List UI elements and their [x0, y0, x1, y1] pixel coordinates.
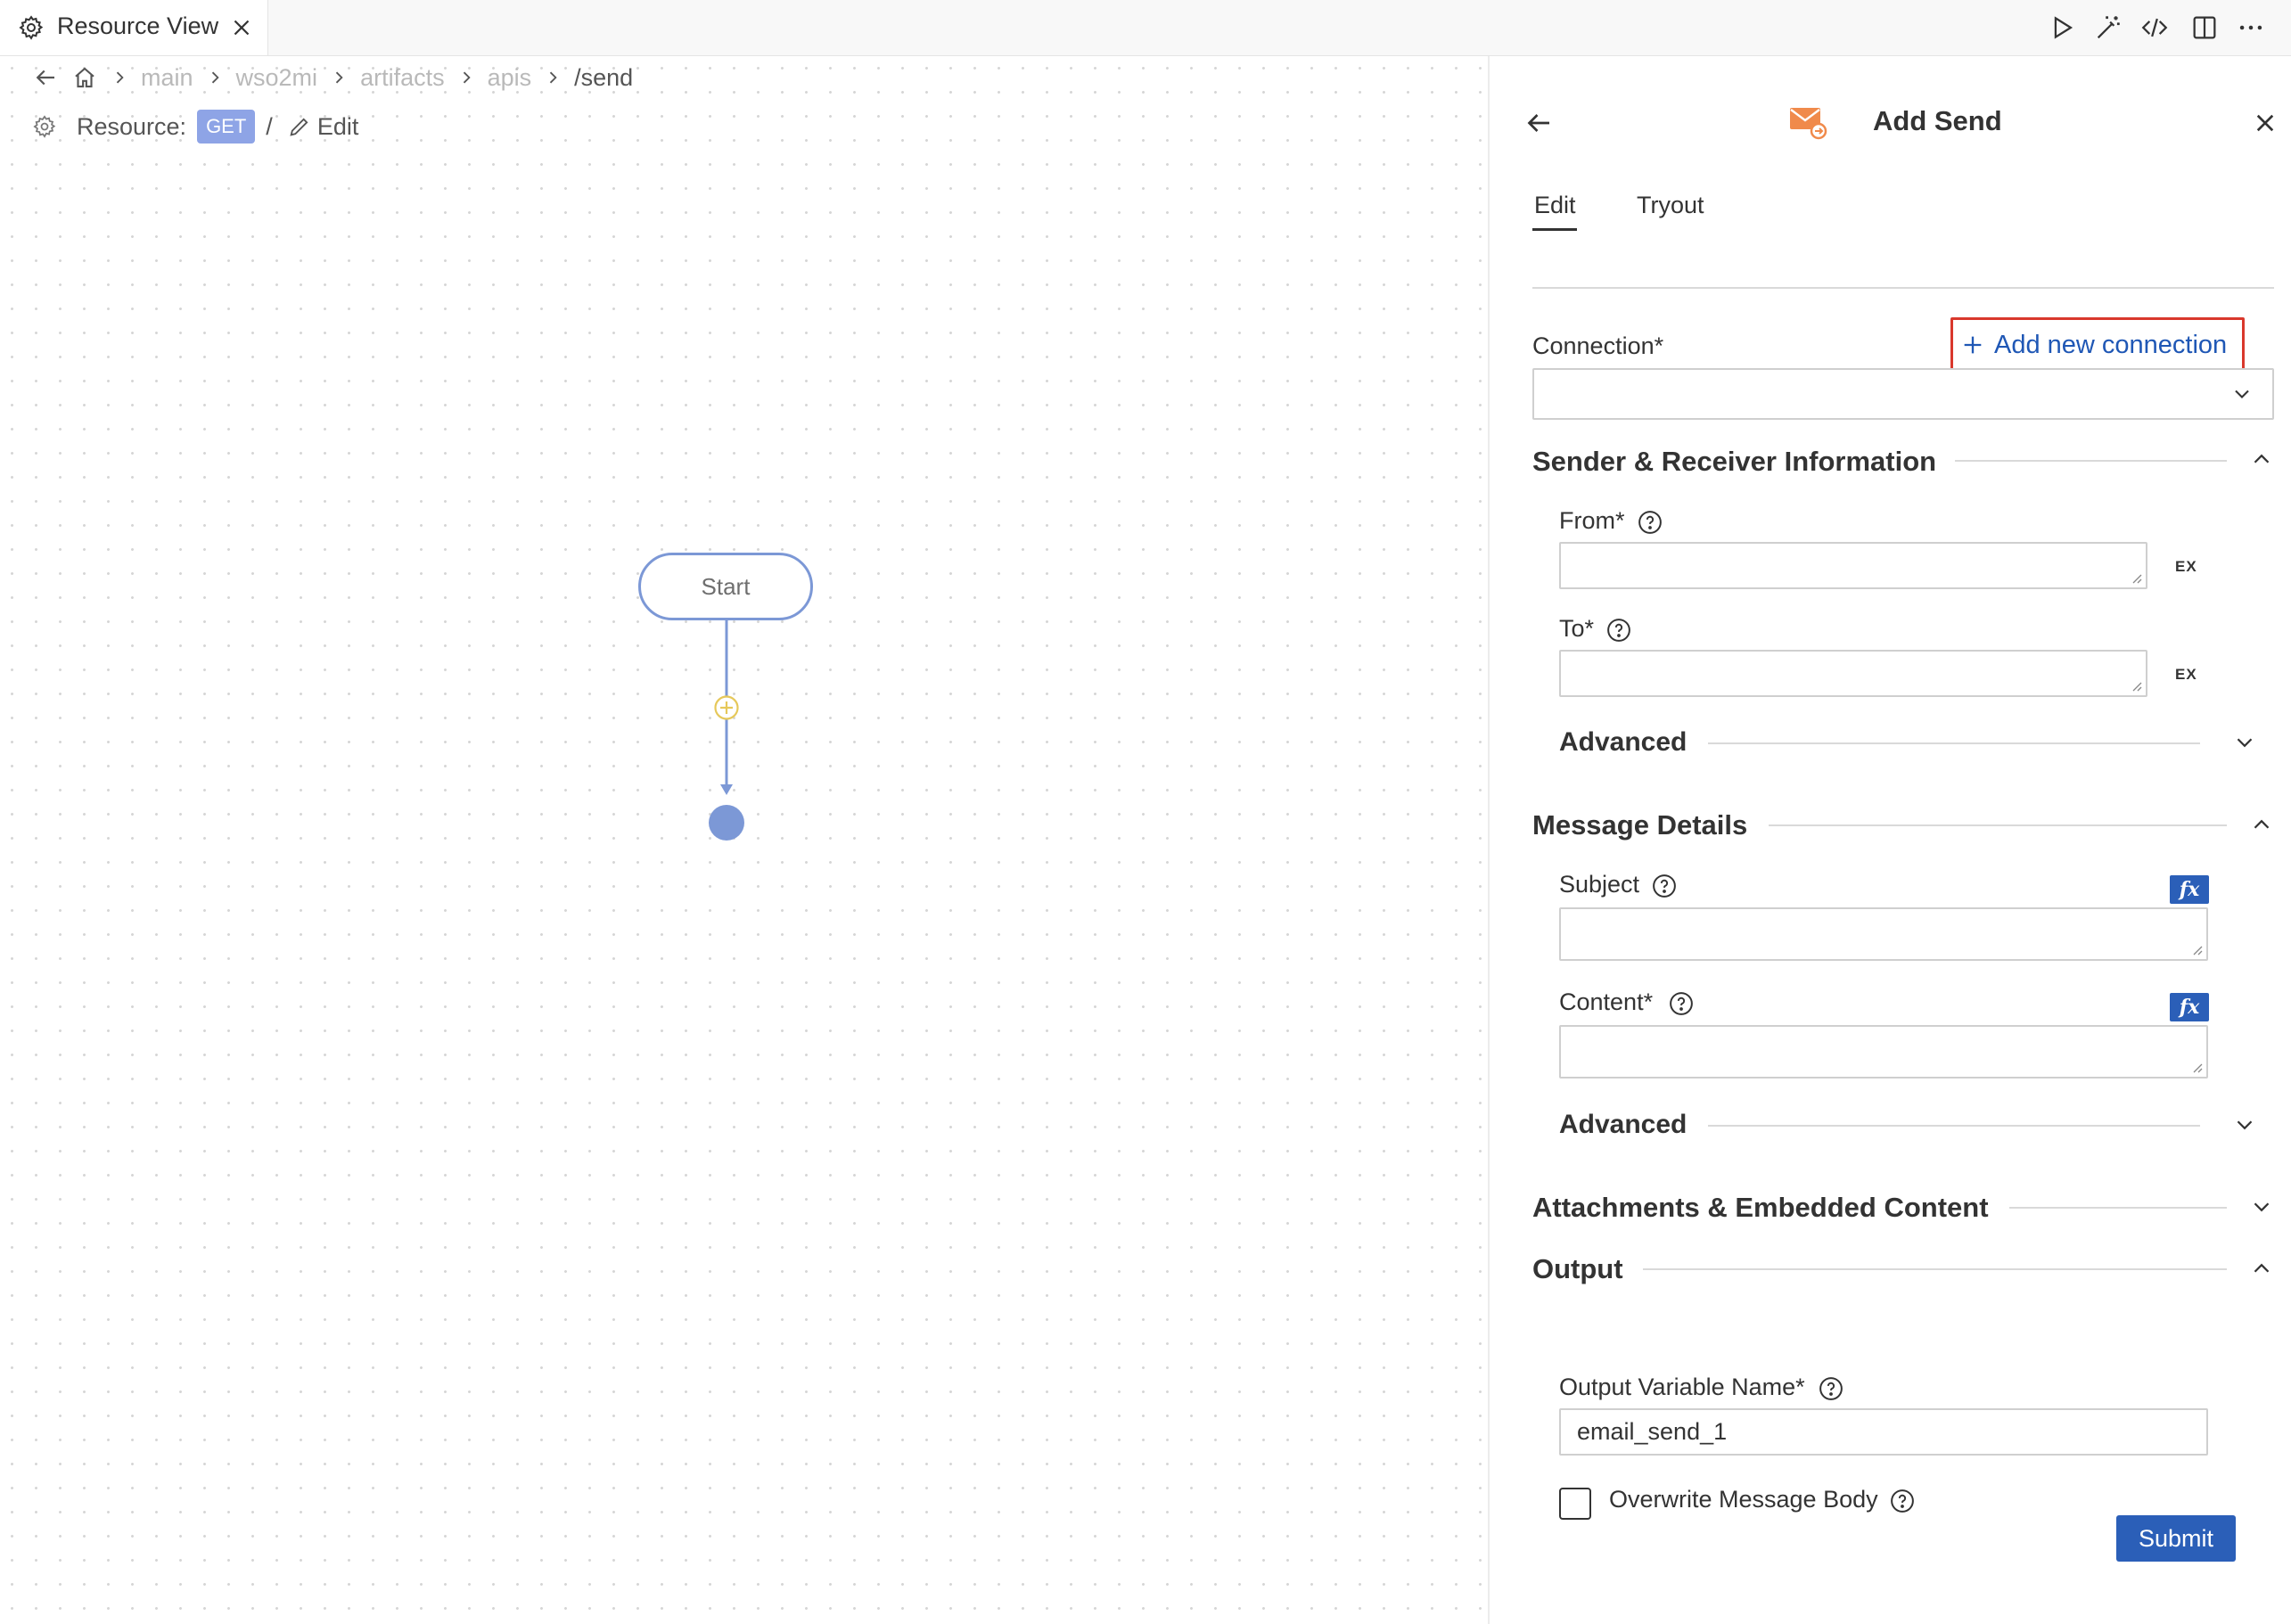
- help-icon[interactable]: [1668, 990, 1693, 1015]
- plus-icon: [1960, 332, 1985, 357]
- add-new-connection-button[interactable]: Add new connection: [1950, 317, 2245, 373]
- path-separator: /: [266, 112, 273, 140]
- section-divider: [1708, 742, 2200, 744]
- breadcrumb: main wso2mi artifacts apis /send: [32, 62, 633, 93]
- edit-label: Edit: [316, 112, 359, 140]
- to-input[interactable]: [1559, 650, 2147, 697]
- start-node-label: Start: [701, 572, 751, 600]
- section-divider: [1708, 1125, 2200, 1127]
- close-icon[interactable]: [2249, 107, 2281, 139]
- subject-label: Subject: [1559, 871, 1640, 898]
- section-divider: [1643, 1268, 2227, 1270]
- chevron-up-icon[interactable]: [2248, 1255, 2275, 1282]
- connection-label: Connection*: [1532, 332, 1664, 359]
- to-label: To*: [1559, 615, 1595, 642]
- tab-edit[interactable]: Edit: [1534, 192, 1576, 219]
- magic-wand-icon[interactable]: [2093, 12, 2123, 43]
- chevron-down-icon[interactable]: [2248, 1193, 2275, 1220]
- content-label: Content*: [1559, 988, 1654, 1015]
- chevron-right-icon: [206, 69, 224, 86]
- breadcrumb-item-wso2mi[interactable]: wso2mi: [236, 64, 318, 92]
- edit-resource-button[interactable]: Edit: [287, 112, 359, 141]
- output-variable-label: Output Variable Name*: [1559, 1374, 1805, 1400]
- breadcrumb-item-main[interactable]: main: [141, 64, 193, 92]
- help-icon[interactable]: [1605, 617, 1630, 642]
- chevron-right-icon: [457, 69, 475, 86]
- subject-fx-button[interactable]: fx: [2170, 875, 2209, 904]
- run-icon[interactable]: [2047, 12, 2077, 43]
- add-new-connection-label: Add new connection: [1994, 330, 2228, 359]
- submit-label: Submit: [2138, 1524, 2214, 1552]
- chevron-up-icon[interactable]: [2248, 446, 2275, 472]
- output-variable-input[interactable]: email_send_1: [1559, 1408, 2208, 1456]
- from-expression-toggle[interactable]: EX: [2175, 558, 2197, 576]
- tab-tryout[interactable]: Tryout: [1637, 192, 1704, 219]
- code-icon[interactable]: [2139, 12, 2170, 43]
- overwrite-body-checkbox[interactable]: [1559, 1488, 1591, 1520]
- output-section-title: Output: [1532, 1253, 1623, 1284]
- help-icon[interactable]: [1651, 873, 1676, 898]
- home-icon[interactable]: [71, 64, 98, 91]
- start-node[interactable]: Start: [638, 553, 813, 620]
- sender-receiver-section-title: Sender & Receiver Information: [1532, 446, 1937, 477]
- sender-advanced-title[interactable]: Advanced: [1559, 727, 1687, 758]
- method-badge: GET: [197, 110, 256, 144]
- resource-header: Resource: GET / Edit: [32, 107, 358, 146]
- add-node-plus-icon[interactable]: [713, 694, 740, 721]
- help-icon[interactable]: [1818, 1375, 1843, 1400]
- from-label: From*: [1559, 507, 1625, 534]
- section-divider: [1769, 824, 2227, 826]
- content-input[interactable]: [1559, 1025, 2208, 1079]
- chevron-down-icon[interactable]: [2231, 1111, 2258, 1138]
- end-node: [708, 804, 745, 841]
- breadcrumb-item-apis[interactable]: apis: [488, 64, 532, 92]
- help-icon[interactable]: [1637, 509, 1662, 534]
- chevron-down-icon[interactable]: [2231, 729, 2258, 756]
- settings-gear-icon: [18, 14, 45, 41]
- chevron-down-icon: [2229, 381, 2254, 406]
- tab-edit-underline: [1532, 228, 1577, 231]
- close-icon[interactable]: [228, 14, 255, 41]
- editor-tab-bar: Resource View: [0, 0, 2291, 56]
- subject-input[interactable]: [1559, 907, 2208, 961]
- chevron-up-icon[interactable]: [2248, 811, 2275, 838]
- chevron-right-icon: [544, 69, 562, 86]
- more-actions-icon[interactable]: [2236, 12, 2266, 43]
- panel-title: Add Send: [1873, 105, 2002, 136]
- chevron-right-icon: [111, 69, 128, 86]
- message-advanced-title[interactable]: Advanced: [1559, 1110, 1687, 1140]
- resource-gear-icon: [32, 114, 57, 139]
- add-send-panel: Add Send Edit Tryout Connection* Add new…: [1488, 56, 2291, 1624]
- split-editor-icon[interactable]: [2189, 12, 2220, 43]
- tab-title: Resource View: [57, 12, 219, 39]
- help-icon[interactable]: [1889, 1488, 1914, 1513]
- pencil-icon: [287, 114, 312, 139]
- tabs-divider: [1532, 287, 2274, 289]
- to-expression-toggle[interactable]: EX: [2175, 666, 2197, 684]
- from-input[interactable]: [1559, 542, 2147, 589]
- breadcrumb-item-artifacts[interactable]: artifacts: [360, 64, 445, 92]
- breadcrumb-current: /send: [574, 63, 634, 91]
- back-arrow-icon[interactable]: [1523, 107, 1555, 139]
- message-details-section-title: Message Details: [1532, 809, 1748, 841]
- chevron-right-icon: [330, 69, 348, 86]
- attachments-section-title[interactable]: Attachments & Embedded Content: [1532, 1192, 1989, 1224]
- tab-resource-view[interactable]: Resource View: [0, 0, 268, 55]
- section-divider: [2009, 1207, 2227, 1209]
- overwrite-body-label: Overwrite Message Body: [1609, 1486, 1878, 1513]
- section-divider: [1955, 460, 2227, 462]
- resource-label: Resource:: [77, 112, 187, 140]
- back-arrow-icon[interactable]: [32, 64, 59, 91]
- output-variable-value: email_send_1: [1577, 1418, 1728, 1445]
- content-fx-button[interactable]: fx: [2170, 993, 2209, 1021]
- email-send-icon: [1787, 101, 1828, 142]
- connection-select[interactable]: [1532, 368, 2274, 420]
- submit-button[interactable]: Submit: [2116, 1515, 2236, 1562]
